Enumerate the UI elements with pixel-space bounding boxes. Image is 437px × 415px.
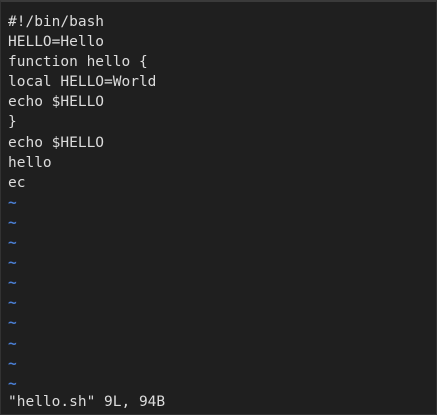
status-line: "hello.sh" 9L, 94B — [8, 394, 166, 410]
empty-line-markers: ~ ~ ~ ~ ~ ~ ~ ~ ~ ~ — [8, 193, 432, 394]
buffer-line-2[interactable]: HELLO=Hello — [8, 32, 432, 52]
empty-line-marker: ~ — [8, 194, 17, 211]
empty-line-marker: ~ — [8, 355, 17, 372]
buffer-line-5[interactable]: echo $HELLO — [8, 92, 432, 112]
empty-line-marker: ~ — [8, 255, 17, 272]
buffer-line-7[interactable]: echo $HELLO — [8, 133, 432, 153]
buffer-line-4[interactable]: local HELLO=World — [8, 72, 432, 92]
buffer-line-3[interactable]: function hello { — [8, 52, 432, 72]
buffer-line-1[interactable]: #!/bin/bash — [8, 12, 432, 32]
empty-line-marker: ~ — [8, 335, 17, 352]
empty-line-marker: ~ — [8, 214, 17, 231]
empty-line-marker: ~ — [8, 315, 17, 332]
empty-line-marker: ~ — [8, 375, 17, 392]
terminal-window[interactable]: #!/bin/bash HELLO=Hello function hello {… — [0, 0, 437, 415]
editor-buffer[interactable]: #!/bin/bash HELLO=Hello function hello {… — [8, 12, 432, 394]
empty-line-marker: ~ — [8, 275, 17, 292]
buffer-line-8[interactable]: hello — [8, 153, 432, 173]
empty-line-marker: ~ — [8, 295, 17, 312]
buffer-line-6[interactable]: } — [8, 112, 432, 132]
empty-line-marker: ~ — [8, 235, 17, 252]
buffer-line-9[interactable]: ec — [8, 173, 432, 193]
